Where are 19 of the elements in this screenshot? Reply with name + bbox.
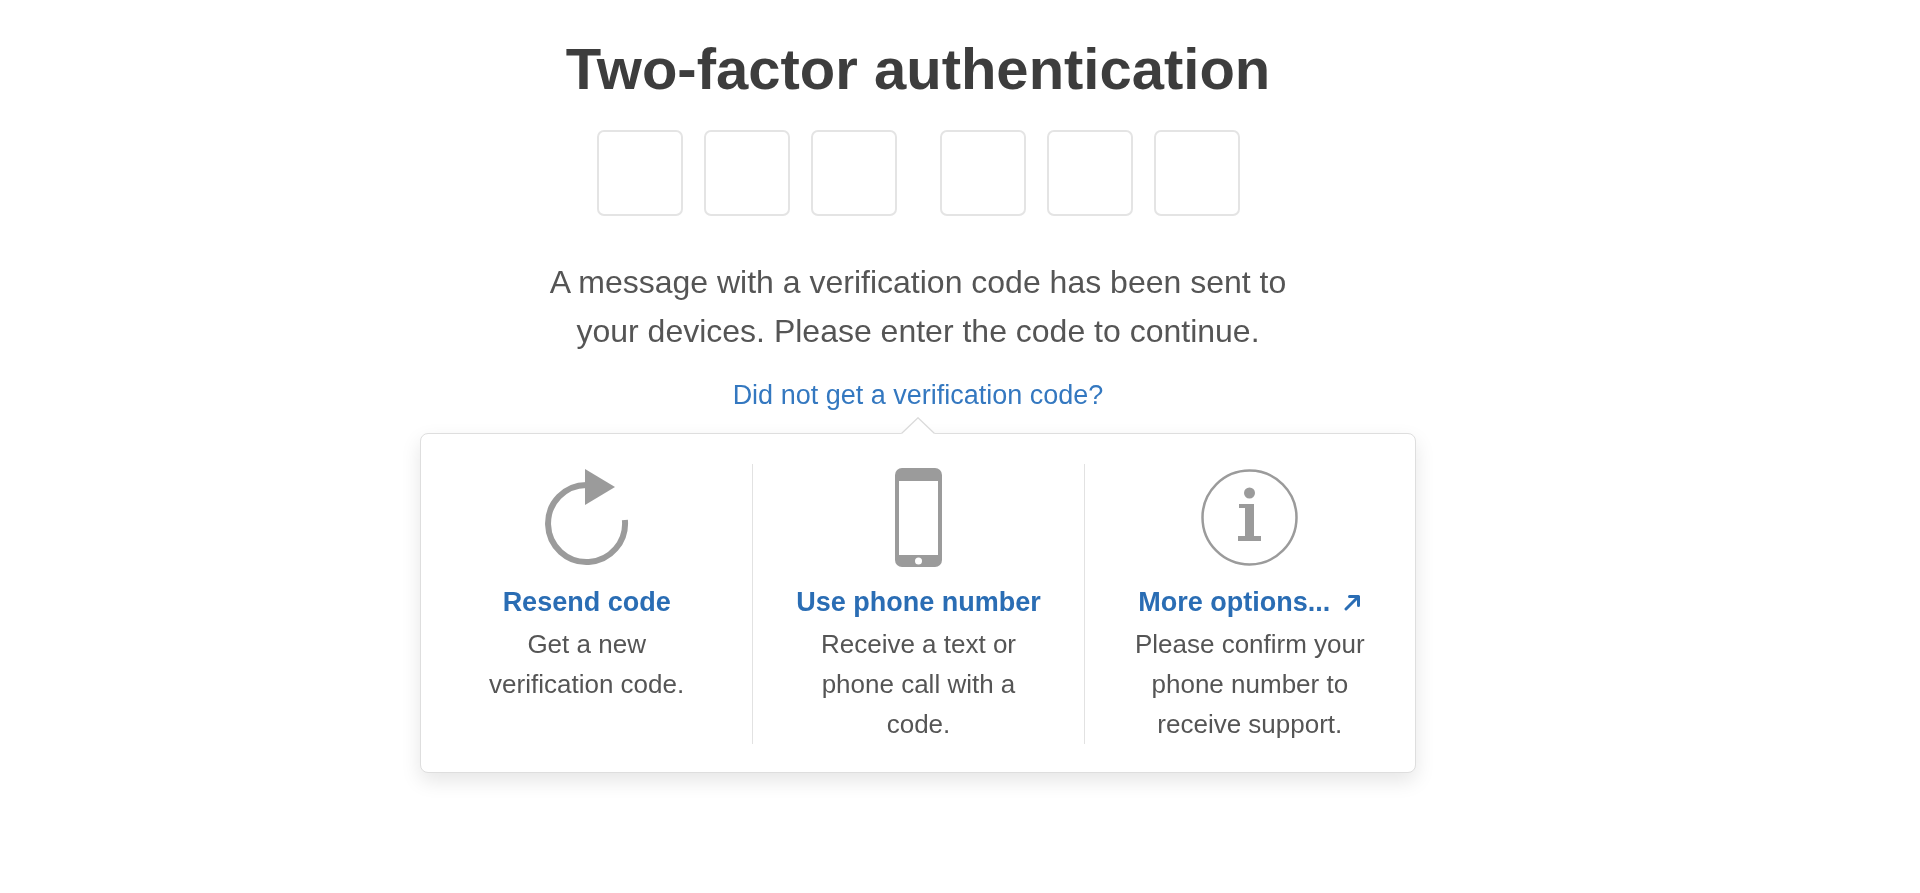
- verification-message: A message with a verification code has been sent to your devices. Please enter the code to continue.: [548, 263, 1288, 351]
- circular-arrow-icon: [544, 469, 629, 566]
- option-description: Receive a text or phone call with a code.: [819, 628, 1018, 741]
- code-digit-field[interactable]: [596, 130, 683, 216]
- option-link[interactable]: Use phone number: [796, 586, 1041, 618]
- phone-icon: [895, 468, 942, 567]
- arrow-up-right-icon: [1344, 593, 1362, 611]
- help-link[interactable]: Did not get a verification code?: [732, 379, 1104, 411]
- info-icon: [1201, 469, 1299, 566]
- option-link[interactable]: More options...: [1138, 586, 1362, 618]
- option-link[interactable]: Resend code: [502, 586, 671, 618]
- code-digit-field[interactable]: [703, 130, 790, 216]
- code-digit-field[interactable]: [1153, 130, 1240, 216]
- code-digit-field[interactable]: [939, 130, 1026, 216]
- page-title: Two-factor authentication: [565, 35, 1271, 103]
- option-description: Please confirm your phone number to receive support.: [1133, 628, 1366, 741]
- option-description: Get a new verification code.: [488, 628, 686, 701]
- code-digit-field[interactable]: [810, 130, 897, 216]
- code-digit-field[interactable]: [1046, 130, 1133, 216]
